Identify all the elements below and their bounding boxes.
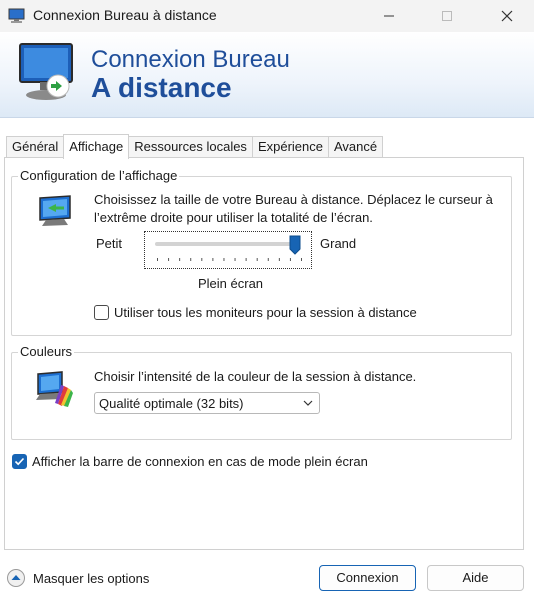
color-depth-select[interactable]: Qualité optimale (32 bits) bbox=[94, 392, 320, 414]
display-description: Choisissez la taille de votre Bureau à d… bbox=[94, 192, 493, 225]
colors-title: Couleurs bbox=[18, 344, 75, 359]
colors-description: Choisir l’intensité de la couleur de la … bbox=[94, 369, 417, 384]
remote-desktop-logo-icon bbox=[19, 43, 73, 100]
monitor-size-icon bbox=[39, 195, 71, 226]
color-depth-icon bbox=[36, 371, 73, 407]
banner: Connexion Bureau A distance bbox=[0, 32, 534, 118]
all-monitors-label[interactable]: Utiliser tous les moniteurs pour la sess… bbox=[114, 305, 417, 320]
connection-bar-checkbox[interactable] bbox=[12, 454, 27, 469]
close-icon bbox=[501, 10, 513, 22]
minimize-button[interactable] bbox=[366, 0, 412, 32]
help-button[interactable]: Aide bbox=[427, 565, 524, 591]
chevron-down-icon bbox=[303, 400, 313, 406]
minimize-icon bbox=[384, 15, 394, 17]
tab-local-resources[interactable]: Ressources locales bbox=[128, 136, 253, 158]
all-monitors-checkbox[interactable] bbox=[94, 305, 109, 320]
slider-value-label: Plein écran bbox=[198, 276, 264, 291]
window-title: Connexion Bureau à distance bbox=[33, 7, 217, 23]
hide-options-link[interactable]: Masquer les options bbox=[33, 571, 149, 586]
banner-title-line2: A distance bbox=[91, 72, 232, 103]
tab-bar: Général Affichage Ressources locales Exp… bbox=[6, 134, 384, 159]
slider-track bbox=[155, 242, 300, 246]
remote-desktop-icon bbox=[8, 8, 25, 23]
banner-title-line1: Connexion Bureau bbox=[91, 46, 290, 73]
color-depth-value: Qualité optimale (32 bits) bbox=[99, 396, 244, 411]
tab-display[interactable]: Affichage bbox=[63, 134, 130, 159]
maximize-button[interactable] bbox=[424, 0, 470, 32]
connect-button[interactable]: Connexion bbox=[319, 565, 416, 591]
tab-advanced[interactable]: Avancé bbox=[327, 136, 384, 158]
tab-general[interactable]: Général bbox=[6, 136, 65, 158]
display-config-title: Configuration de l’affichage bbox=[18, 168, 180, 183]
slider-max-label: Grand bbox=[320, 236, 357, 251]
chevron-up-circle-icon[interactable] bbox=[6, 568, 26, 588]
tab-experience[interactable]: Expérience bbox=[251, 136, 329, 158]
slider-ticks bbox=[157, 258, 302, 261]
title-bar: Connexion Bureau à distance bbox=[0, 0, 534, 32]
close-button[interactable] bbox=[484, 0, 530, 32]
checkmark-icon bbox=[14, 457, 25, 466]
display-size-slider[interactable] bbox=[144, 231, 312, 269]
slider-thumb[interactable] bbox=[289, 235, 301, 255]
maximize-icon bbox=[442, 11, 452, 21]
slider-min-label: Petit bbox=[96, 236, 123, 251]
connection-bar-label[interactable]: Afficher la barre de connexion en cas de… bbox=[32, 454, 368, 469]
